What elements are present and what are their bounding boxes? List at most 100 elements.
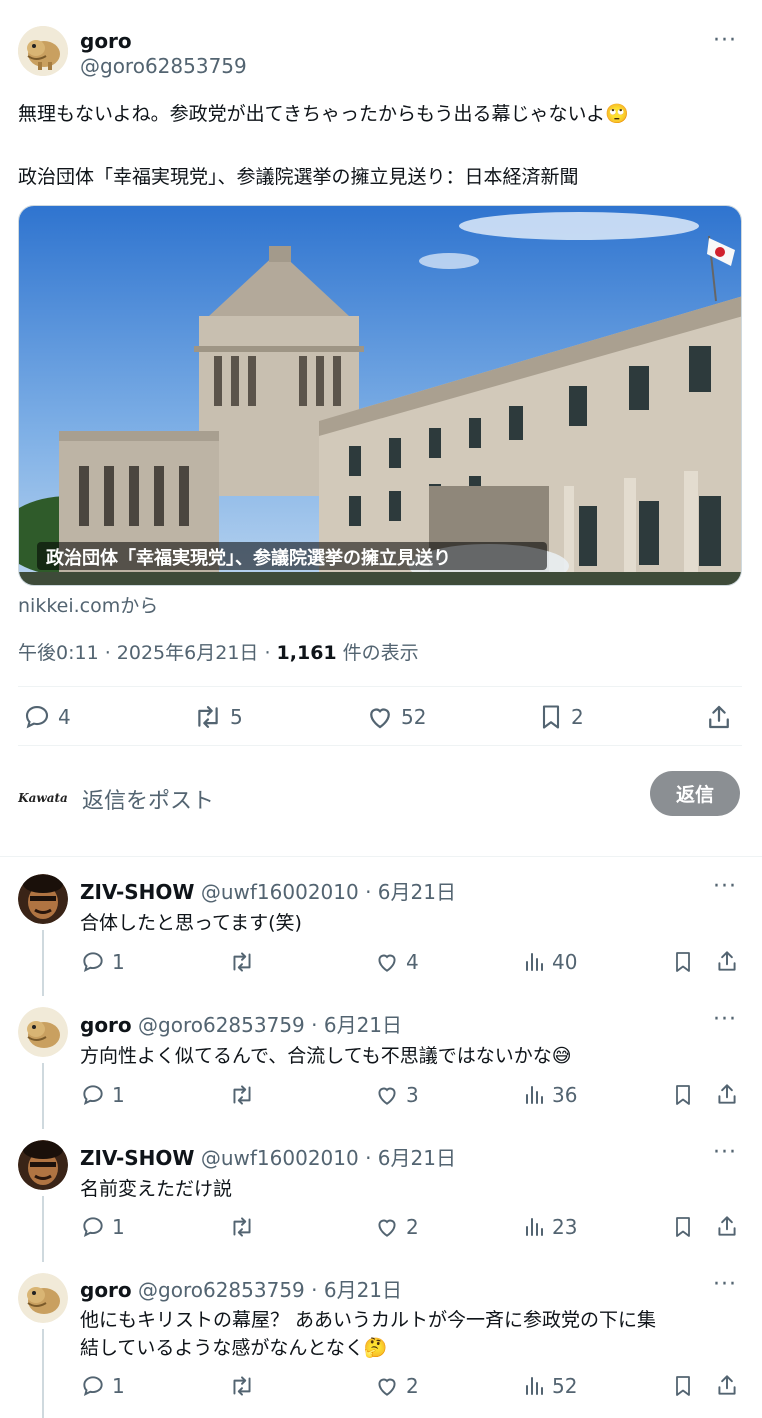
views-button[interactable]: 40: [522, 949, 577, 975]
reply-button-submit[interactable]: 返信: [650, 771, 740, 816]
thread-line: [42, 1063, 44, 1129]
more-icon[interactable]: ···: [713, 30, 737, 52]
repost-icon: [233, 1217, 251, 1237]
bookmark-icon: [676, 1085, 690, 1105]
like-button[interactable]: 2: [374, 1214, 419, 1240]
reply-author-name[interactable]: goro: [80, 1013, 132, 1037]
reply-avatar[interactable]: [18, 874, 68, 924]
reply-author-name[interactable]: goro: [80, 1278, 132, 1302]
bookmark-button[interactable]: [671, 1373, 695, 1399]
reply-author-handle[interactable]: @uwf16002010 · 6月21日: [201, 1146, 456, 1170]
reply-avatar[interactable]: [18, 1140, 68, 1190]
reply-count: 1: [112, 950, 125, 974]
thread-line: [42, 1196, 44, 1262]
bookmark-button[interactable]: [671, 949, 695, 975]
reply-author-handle[interactable]: @uwf16002010 · 6月21日: [201, 880, 456, 904]
divider: [18, 686, 742, 687]
more-icon[interactable]: ···: [713, 1009, 737, 1031]
tweet-time[interactable]: 午後0:11 · 2025年6月21日 ·: [18, 642, 277, 664]
like-icon: [378, 1087, 396, 1105]
bookmark-button[interactable]: [671, 1214, 695, 1240]
like-button[interactable]: 3: [374, 1082, 419, 1108]
like-button[interactable]: 52: [365, 702, 426, 732]
repost-button[interactable]: [228, 1082, 256, 1108]
repost-icon: [198, 706, 218, 728]
view-count-label: 件の表示: [336, 642, 419, 664]
reply-text-body: 方向性よく似てるんで、合流しても不思議ではないかな: [80, 1045, 552, 1067]
repost-icon: [233, 952, 251, 972]
share-button[interactable]: [714, 1081, 740, 1107]
reply-count: 4: [58, 705, 71, 729]
views-button[interactable]: 23: [522, 1214, 577, 1240]
bookmark-icon: [676, 1376, 690, 1396]
repost-button[interactable]: [228, 1373, 256, 1399]
reply-avatar[interactable]: [18, 1007, 68, 1057]
reply-author-handle[interactable]: @goro62853759 · 6月21日: [138, 1013, 402, 1037]
reply-reply-button[interactable]: 1: [80, 1214, 125, 1240]
view-count: 52: [552, 1374, 578, 1398]
author-name[interactable]: goro: [80, 29, 132, 53]
share-button[interactable]: [714, 948, 740, 974]
repost-count: 5: [230, 705, 243, 729]
reply-count: 1: [112, 1083, 125, 1107]
share-button[interactable]: [714, 1372, 740, 1398]
reply-author-name[interactable]: ZIV-SHOW: [80, 1146, 194, 1170]
bookmark-button[interactable]: 2: [537, 702, 584, 732]
like-count: 4: [406, 950, 419, 974]
like-count: 52: [401, 705, 427, 729]
bookmark-button[interactable]: [671, 1082, 695, 1108]
reply-text-body: 結しているような感がなんとなく: [80, 1337, 364, 1359]
repost-button[interactable]: [228, 1214, 256, 1240]
share-button[interactable]: [714, 1213, 740, 1239]
views-icon: [526, 1086, 543, 1104]
thinking-emoji: 🤔: [363, 1337, 388, 1359]
views-button[interactable]: 52: [522, 1373, 577, 1399]
card-caption: 政治団体「幸福実現党」、参議院選挙の擁立見送り: [46, 548, 451, 569]
bookmark-count: 2: [571, 705, 584, 729]
reply-icon: [83, 952, 103, 972]
author-avatar[interactable]: [18, 26, 68, 76]
reply-icon: [83, 1085, 103, 1105]
reply-text-line1: 他にもキリストの幕屋？ ああいうカルトが今一斉に参政党の下に集: [80, 1309, 657, 1331]
repost-button[interactable]: 5: [192, 702, 243, 732]
reply-reply-button[interactable]: 1: [80, 949, 125, 975]
reply-reply-button[interactable]: 1: [80, 1373, 125, 1399]
view-count: 36: [552, 1083, 578, 1107]
reply-author-handle[interactable]: @goro62853759 · 6月21日: [138, 1278, 402, 1302]
divider: [18, 745, 742, 746]
views-icon: [526, 1218, 543, 1236]
repost-icon: [233, 1376, 251, 1396]
repost-icon: [233, 1085, 251, 1105]
like-icon: [378, 1219, 396, 1237]
more-icon[interactable]: ···: [713, 876, 737, 898]
link-card[interactable]: 政治団体「幸福実現党」、参議院選挙の擁立見送り: [18, 205, 742, 586]
reply-header: ZIV-SHOW @uwf16002010 · 6月21日: [80, 876, 456, 905]
like-icon: [378, 954, 396, 972]
repost-button[interactable]: [228, 949, 256, 975]
more-icon[interactable]: ···: [713, 1274, 737, 1296]
reply-header: goro @goro62853759 · 6月21日: [80, 1009, 402, 1038]
reply-reply-button[interactable]: 1: [80, 1082, 125, 1108]
like-button[interactable]: 2: [374, 1373, 419, 1399]
share-button[interactable]: [704, 702, 734, 732]
reply-avatar[interactable]: [18, 1273, 68, 1323]
author-handle[interactable]: @goro62853759: [80, 54, 247, 78]
thread-line: [42, 1329, 44, 1418]
section-divider: [0, 856, 762, 857]
like-count: 3: [406, 1083, 419, 1107]
views-button[interactable]: 36: [522, 1082, 577, 1108]
tweet-text-line1: 無理もないよね。参政党が出てきちゃったからもう出る幕じゃないよ: [18, 103, 606, 125]
sweat-smile-emoji: 😅: [551, 1045, 572, 1067]
view-count: 40: [552, 950, 578, 974]
more-icon[interactable]: ···: [713, 1142, 737, 1164]
tweet-meta: 午後0:11 · 2025年6月21日 · 1,161 件の表示: [18, 638, 419, 665]
reply-input[interactable]: 返信をポスト: [82, 783, 622, 815]
card-source[interactable]: nikkei.comから: [18, 591, 158, 618]
reply-button[interactable]: 4: [22, 702, 71, 732]
reply-icon: [25, 705, 49, 729]
view-count: 1,161: [276, 642, 337, 664]
like-icon: [370, 708, 390, 729]
like-count: 2: [406, 1215, 419, 1239]
reply-author-name[interactable]: ZIV-SHOW: [80, 880, 194, 904]
like-button[interactable]: 4: [374, 949, 419, 975]
